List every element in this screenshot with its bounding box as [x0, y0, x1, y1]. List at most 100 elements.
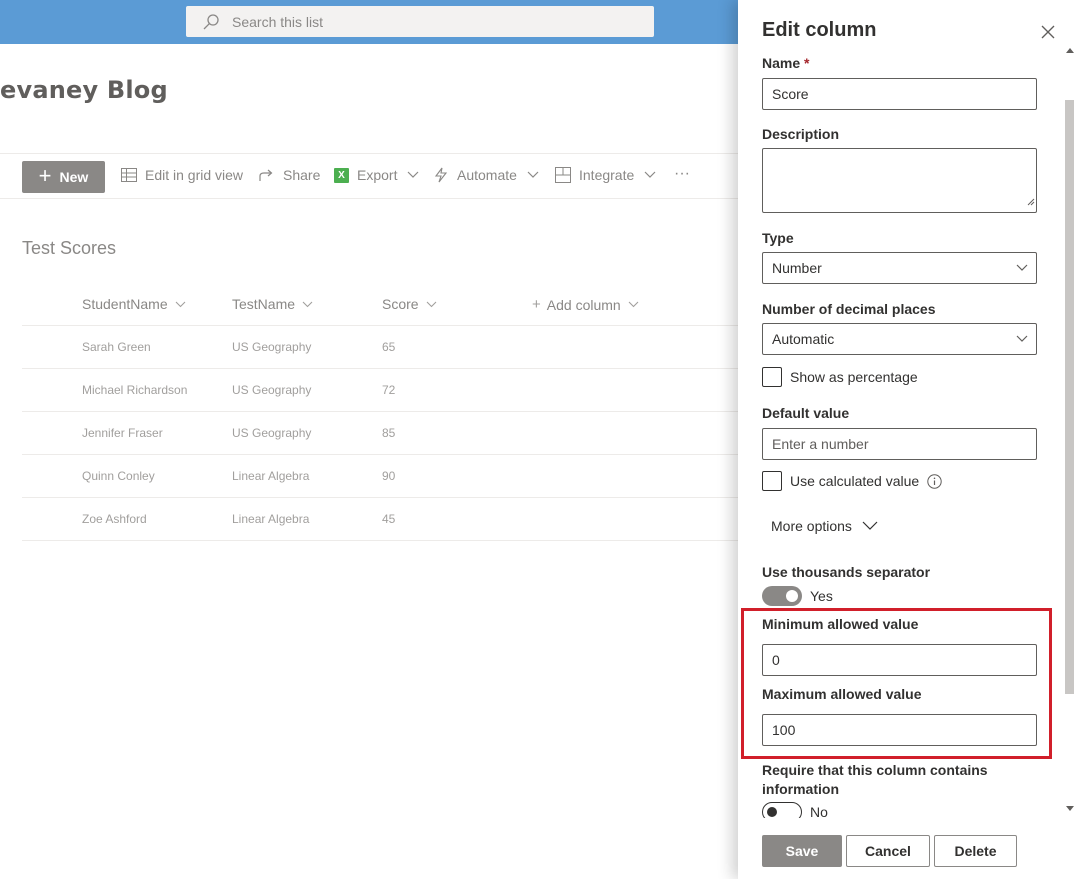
integrate-button[interactable]: Integrate [555, 167, 656, 183]
show-percentage-label: Show as percentage [790, 369, 918, 385]
column-header-studentname[interactable]: StudentName [82, 296, 186, 312]
type-dropdown-value: Number [772, 260, 822, 276]
new-button[interactable]: + New [22, 161, 105, 193]
excel-icon: X [334, 168, 349, 183]
cell-score: 45 [382, 512, 395, 526]
table-row[interactable]: Sarah Green US Geography 65 [22, 326, 738, 369]
chevron-down-icon [1016, 335, 1028, 343]
add-column-label: Add column [547, 297, 621, 313]
table-row[interactable]: Quinn Conley Linear Algebra 90 [22, 455, 738, 498]
share-icon [259, 167, 275, 183]
integrate-icon [555, 167, 571, 183]
maximum-value: 100 [772, 722, 795, 738]
panel-title: Edit column [762, 19, 876, 42]
cell-studentname: Michael Richardson [82, 383, 187, 397]
cell-studentname: Quinn Conley [82, 469, 155, 483]
require-information-label: Require that this column contains inform… [762, 761, 988, 799]
thousands-separator-toggle[interactable] [762, 586, 802, 606]
list-title: Test Scores [22, 238, 116, 259]
panel-footer: Save Cancel Delete [738, 818, 1078, 879]
cell-score: 65 [382, 340, 395, 354]
delete-button[interactable]: Delete [934, 835, 1017, 867]
close-icon [1041, 25, 1055, 39]
table-row[interactable]: Zoe Ashford Linear Algebra 45 [22, 498, 738, 541]
scrollbar-thumb[interactable] [1065, 100, 1074, 694]
search-icon [202, 13, 232, 31]
thousands-separator-label: Use thousands separator [762, 564, 930, 580]
resize-grip-icon[interactable] [1027, 193, 1035, 211]
checkbox-box[interactable] [762, 471, 782, 491]
column-header-testname[interactable]: TestName [232, 296, 313, 312]
column-header-score[interactable]: Score [382, 296, 437, 312]
more-options-toggle[interactable]: More options [771, 518, 878, 534]
use-calculated-checkbox[interactable]: Use calculated value [762, 471, 942, 491]
more-commands-button[interactable]: ··· [674, 165, 690, 183]
plus-icon: + [39, 165, 52, 187]
chevron-down-icon [862, 521, 878, 531]
chevron-down-icon [628, 301, 639, 308]
automate-button[interactable]: Automate [433, 167, 539, 183]
cell-score: 90 [382, 469, 395, 483]
edit-grid-label: Edit in grid view [145, 167, 243, 183]
column-header-label: Score [382, 296, 419, 312]
cell-testname: Linear Algebra [232, 469, 309, 483]
description-textarea[interactable] [762, 148, 1037, 213]
minimum-value-input[interactable]: 0 [762, 644, 1037, 676]
export-button[interactable]: X Export [334, 167, 419, 183]
checkbox-box[interactable] [762, 367, 782, 387]
info-icon[interactable] [927, 474, 942, 489]
scroll-up-icon[interactable] [1065, 46, 1074, 55]
chevron-down-icon [527, 171, 539, 179]
search-box[interactable]: Search this list [186, 6, 654, 37]
required-mark: * [804, 55, 809, 71]
decimal-places-dropdown[interactable]: Automatic [762, 323, 1037, 355]
suite-header: Search this list [0, 0, 738, 44]
table-row[interactable]: Jennifer Fraser US Geography 85 [22, 412, 738, 455]
cell-testname: US Geography [232, 426, 311, 440]
name-input[interactable]: Score [762, 78, 1037, 110]
type-dropdown[interactable]: Number [762, 252, 1037, 284]
save-button[interactable]: Save [762, 835, 842, 867]
use-calculated-label: Use calculated value [790, 473, 919, 489]
cell-studentname: Jennifer Fraser [82, 426, 163, 440]
chevron-down-icon [1016, 264, 1028, 272]
more-options-label: More options [771, 518, 852, 534]
cell-studentname: Zoe Ashford [82, 512, 147, 526]
cell-testname: US Geography [232, 340, 311, 354]
default-value-label: Default value [762, 405, 849, 421]
require-label-line2: information [762, 780, 988, 799]
thousands-separator-state: Yes [810, 588, 833, 604]
add-column-button[interactable]: + Add column [532, 296, 639, 313]
require-label-line1: Require that this column contains [762, 761, 988, 780]
share-label: Share [283, 167, 320, 183]
scroll-down-icon[interactable] [1065, 804, 1074, 813]
automate-icon [433, 167, 449, 183]
edit-grid-button[interactable]: Edit in grid view [121, 167, 243, 183]
share-button[interactable]: Share [259, 167, 320, 183]
integrate-label: Integrate [579, 167, 634, 183]
site-title: evaney Blog [0, 76, 168, 104]
name-label: Name * [762, 55, 809, 71]
table-row[interactable]: Michael Richardson US Geography 72 [22, 369, 738, 412]
name-label-text: Name [762, 55, 800, 71]
decimal-places-label: Number of decimal places [762, 301, 936, 317]
column-header-label: StudentName [82, 296, 168, 312]
grid-icon [121, 167, 137, 183]
minimum-value-label: Minimum allowed value [762, 616, 918, 632]
decimal-places-value: Automatic [772, 331, 834, 347]
edit-column-panel: Edit column Name * Score Description Typ… [738, 0, 1078, 879]
minimum-value: 0 [772, 652, 780, 668]
chevron-down-icon [644, 171, 656, 179]
close-button[interactable] [1038, 22, 1058, 42]
cell-studentname: Sarah Green [82, 340, 151, 354]
command-bar: + New Edit in grid view Share X Export A… [0, 153, 738, 199]
maximum-value-input[interactable]: 100 [762, 714, 1037, 746]
chevron-down-icon [426, 301, 437, 308]
thousands-separator-toggle-row[interactable]: Yes [762, 586, 833, 606]
cancel-button[interactable]: Cancel [846, 835, 930, 867]
chevron-down-icon [175, 301, 186, 308]
show-percentage-checkbox[interactable]: Show as percentage [762, 367, 918, 387]
type-label: Type [762, 230, 794, 246]
new-button-label: New [60, 169, 89, 185]
default-value-input[interactable]: Enter a number [762, 428, 1037, 460]
